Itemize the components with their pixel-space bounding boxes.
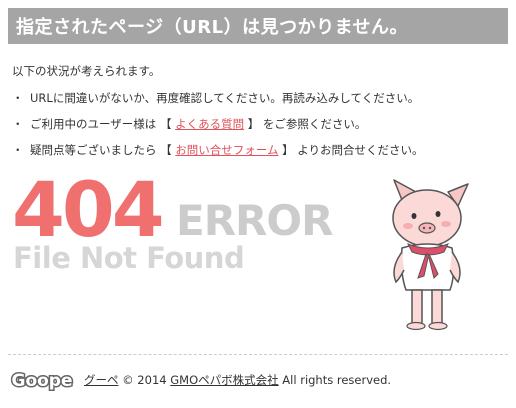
logo-wordmark: Goope bbox=[11, 371, 72, 391]
faq-link[interactable]: よくある質問 bbox=[175, 117, 244, 131]
contact-form-link[interactable]: お問い合せフォーム bbox=[175, 143, 278, 157]
company-link[interactable]: GMOペパボ株式会社 bbox=[170, 373, 278, 387]
bullet-marker: ・ bbox=[12, 117, 24, 131]
error-subtitle: File Not Found bbox=[13, 241, 245, 275]
page-title: 指定されたページ（URL）は見つかりません。 bbox=[16, 17, 409, 38]
page-header: 指定されたページ（URL）は見つかりません。 bbox=[8, 8, 508, 44]
close-bracket: 】 bbox=[247, 117, 260, 131]
intro-text: 以下の状況が考えられます。 bbox=[12, 64, 161, 78]
list-item: ・疑問点等ございましたら 【 お問い合せフォーム 】 よりお問合せください。 bbox=[12, 141, 424, 167]
error-code: 404 bbox=[12, 165, 165, 254]
rights-text: All rights reserved. bbox=[282, 373, 392, 387]
list-item: ・ご利用中のユーザー様は 【 よくある質問 】 をご参照ください。 bbox=[12, 115, 424, 141]
suggestion-prefix: 疑問点等ございましたら bbox=[30, 143, 157, 157]
close-bracket: 】 bbox=[282, 143, 294, 157]
footer-text: グーペ © 2014 GMOペパボ株式会社 All rights reserve… bbox=[84, 372, 391, 388]
error-word: ERROR bbox=[176, 196, 333, 245]
bullet-marker: ・ bbox=[12, 91, 24, 105]
open-bracket: 【 bbox=[159, 117, 172, 131]
suggestion-suffix: をご参照ください。 bbox=[262, 117, 367, 131]
goope-logo-icon[interactable]: Goope bbox=[9, 364, 75, 396]
open-bracket: 【 bbox=[160, 143, 172, 157]
footer-divider bbox=[8, 354, 508, 355]
goope-link[interactable]: グーペ bbox=[84, 373, 119, 387]
suggestion-list: ・ URLに間違いがないか、再度確認してください。再読み込みしてください。 ・ご利… bbox=[12, 89, 424, 167]
copyright-text: © 2014 bbox=[122, 373, 167, 387]
list-item: ・ URLに間違いがないか、再度確認してください。再読み込みしてください。 bbox=[12, 89, 424, 115]
suggestion-suffix: よりお問合せください。 bbox=[297, 143, 424, 157]
suggestion-text: URLに間違いがないか、再度確認してください。再読み込みしてください。 bbox=[30, 91, 420, 105]
bullet-marker: ・ bbox=[12, 143, 24, 157]
suggestion-prefix: ご利用中のユーザー様は bbox=[30, 117, 157, 131]
pig-mascot-icon bbox=[392, 179, 469, 331]
